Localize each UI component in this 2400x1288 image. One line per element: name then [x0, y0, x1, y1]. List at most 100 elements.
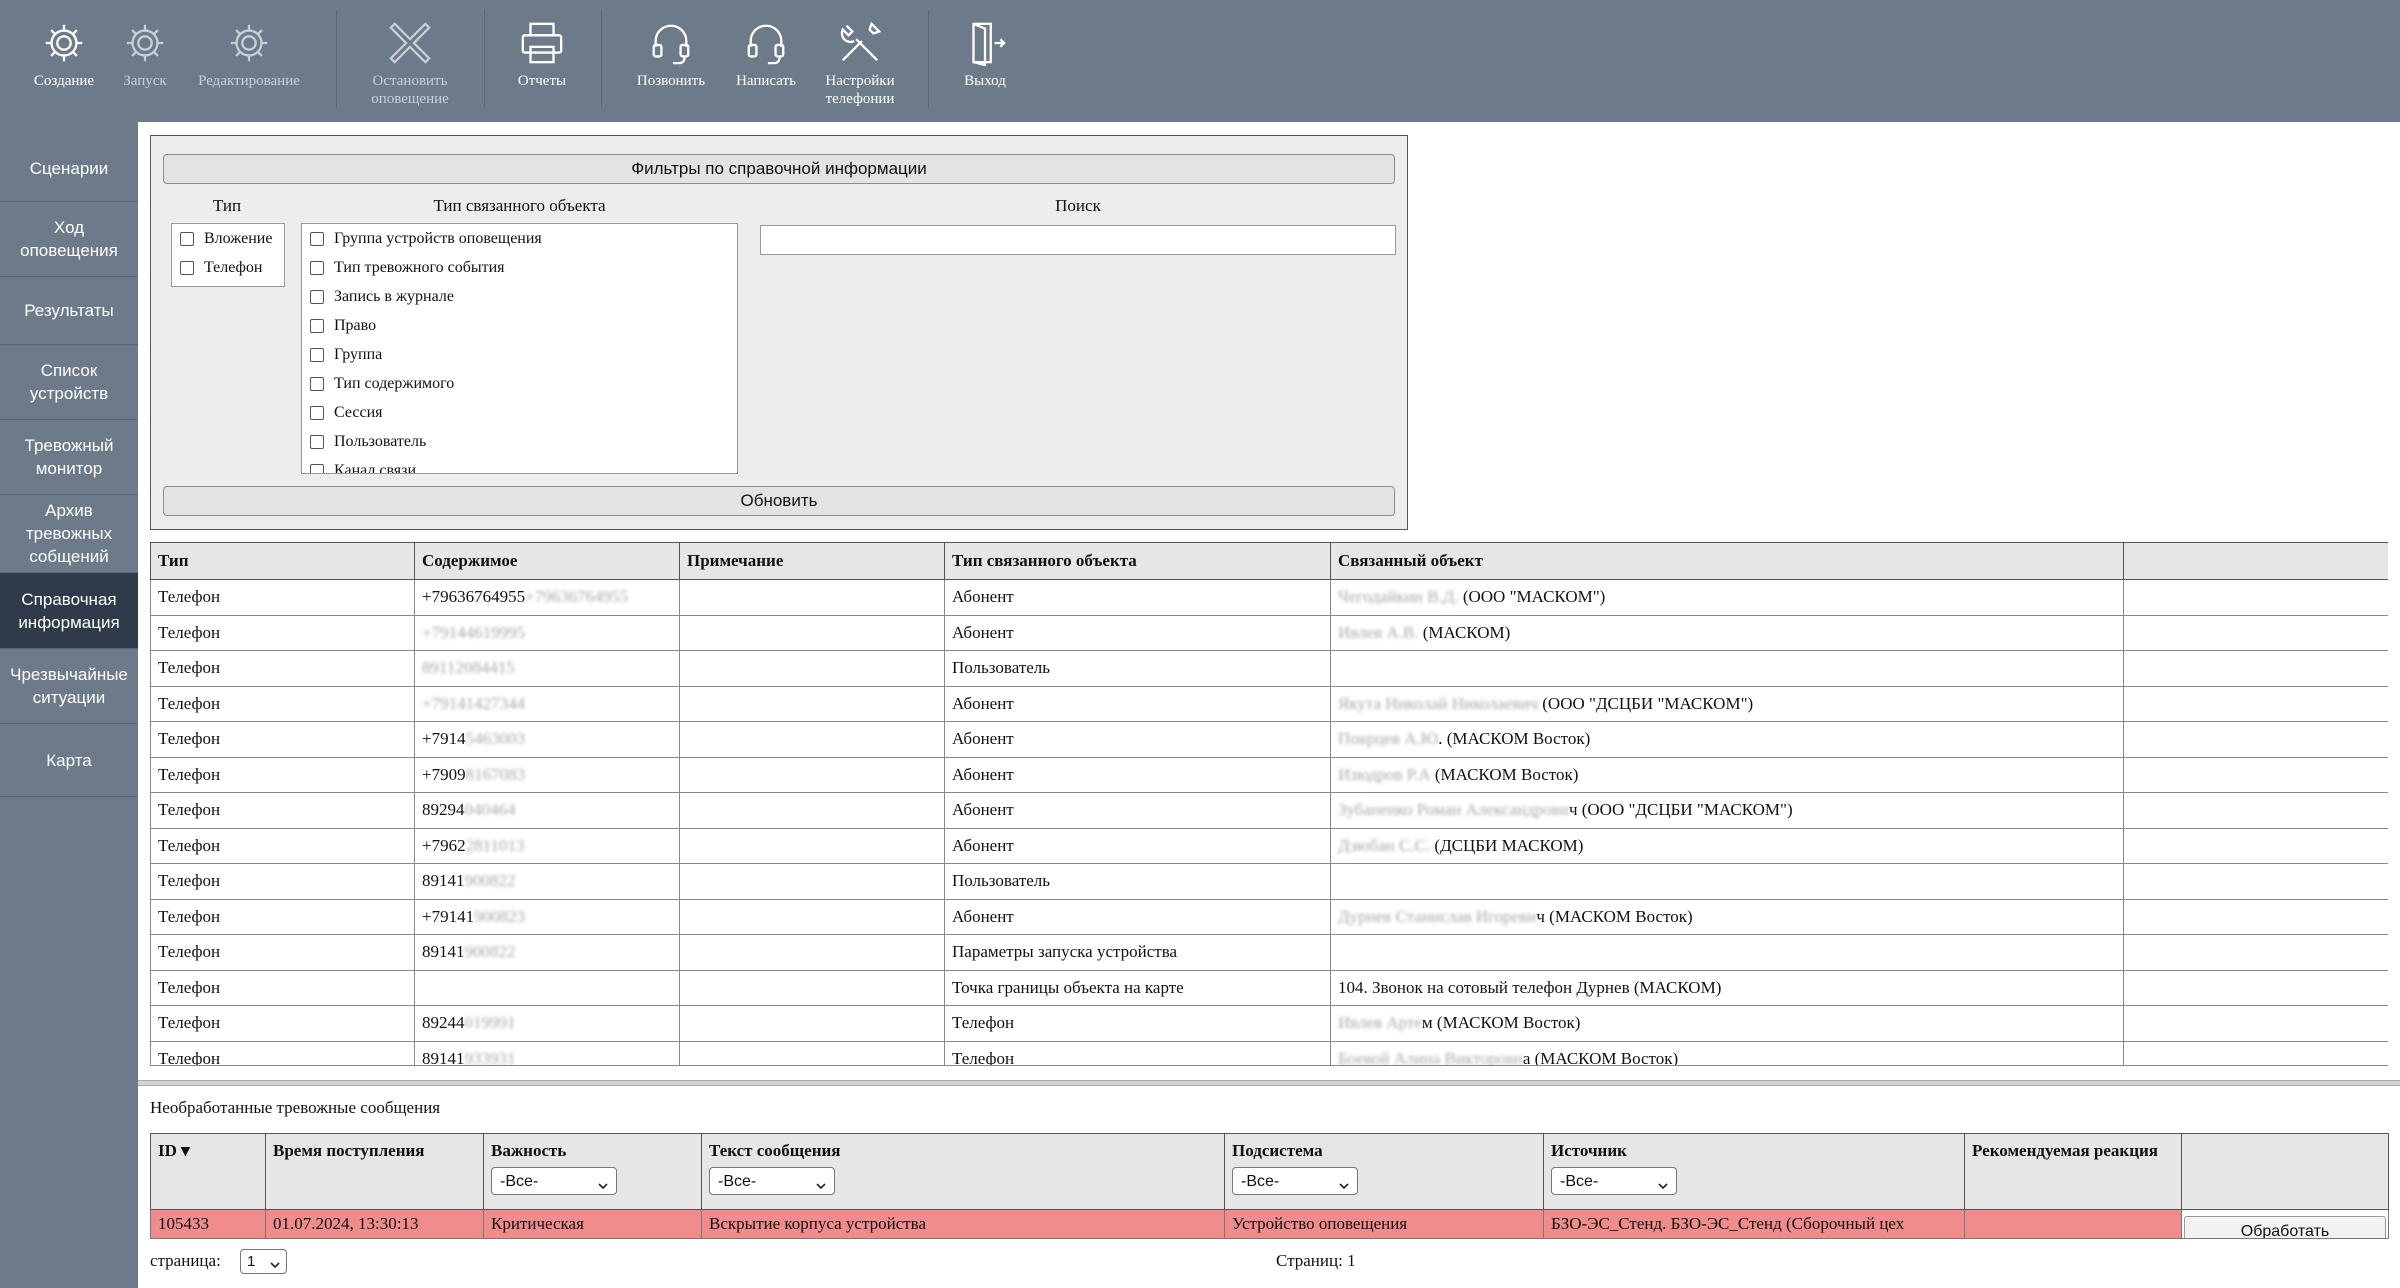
alarm-action-cell: Обработать [2181, 1209, 2389, 1239]
cell-extra [2123, 650, 2388, 687]
cell-object: 104. Звонок на сотовый телефон Дурнев (М… [1330, 969, 2124, 1006]
panel-splitter[interactable] [138, 1080, 2400, 1086]
sidebar-item-alarm-monitor[interactable]: Тревожный монитор [0, 420, 138, 495]
column-header-object-type[interactable]: Тип связанного объекта [944, 542, 1331, 580]
sidebar-item-alert-progress[interactable]: Ход оповещения [0, 202, 138, 277]
column-header-note[interactable]: Примечание [679, 542, 945, 580]
checkbox[interactable] [310, 435, 324, 449]
object-type-option[interactable]: Тип содержимого [310, 375, 454, 393]
phone-settings-button[interactable]: Настройки телефонии [812, 8, 908, 108]
call-button[interactable]: Позвонить [626, 8, 716, 108]
chevron-down-icon [598, 1176, 608, 1190]
subsystem-filter-select[interactable]: -Все- [1232, 1167, 1358, 1195]
object-type-option[interactable]: Сессия [310, 404, 383, 422]
create-button[interactable]: Создание [24, 8, 104, 108]
column-header-id[interactable]: ID ▾ [150, 1133, 266, 1210]
sidebar-item-map[interactable]: Карта [0, 724, 138, 797]
cell-extra [2123, 614, 2388, 651]
object-type-option[interactable]: Запись в журнале [310, 288, 454, 306]
column-header-time[interactable]: Время поступления [265, 1133, 484, 1210]
filters-title-bar[interactable]: Фильтры по справочной информации [163, 154, 1395, 184]
checkbox[interactable] [310, 348, 324, 362]
pages-total: Страниц: 1 [1276, 1251, 1356, 1270]
cell-object-type: Абонент [944, 614, 1331, 651]
cell-object [1330, 863, 2124, 900]
checkbox[interactable] [310, 290, 324, 304]
type-option[interactable]: Вложение [180, 230, 272, 248]
severity-filter-select[interactable]: -Все- [491, 1167, 617, 1195]
write-label: Написать [736, 73, 796, 89]
table-row[interactable]: Телефон 89141933931 Телефон Боевой Алина Ви… [150, 1040, 2388, 1065]
exit-button[interactable]: Выход [950, 8, 1020, 108]
checkbox[interactable] [180, 232, 194, 246]
table-row[interactable]: Телефон +79141900823 Абонент Дурнев Станисл… [150, 898, 2388, 935]
start-button[interactable]: Запуск [114, 8, 176, 108]
type-option[interactable]: Телефон [180, 259, 262, 277]
filters-panel: Фильтры по справочной информации Тип Вло… [150, 135, 1408, 530]
sidebar-item-scenarios[interactable]: Сценарии [0, 136, 138, 202]
column-header-severity[interactable]: Важность -Все- [483, 1133, 702, 1210]
sidebar-item-device-list[interactable]: Список устройств [0, 345, 138, 420]
search-input[interactable] [760, 225, 1396, 255]
object-type-option[interactable]: Группа [310, 346, 382, 364]
edit-button[interactable]: Редактирование [190, 8, 308, 108]
table-row[interactable]: Телефон 89112084415 Пользователь [150, 650, 2388, 687]
table-row[interactable]: Телефон +79145463003 Абонент Поврцев А.Ю. (… [150, 721, 2388, 758]
column-header-subsystem[interactable]: Подсистема -Все- [1224, 1133, 1544, 1210]
start-label: Запуск [123, 73, 167, 89]
table-row[interactable]: Телефон 89294040464 Абонент Зубаненко Роман… [150, 792, 2388, 829]
sidebar-item-emergencies[interactable]: Чрезвычайные ситуации [0, 649, 138, 724]
object-type-option[interactable]: Право [310, 317, 376, 335]
alarm-row[interactable]: 105433 01.07.2024, 13:30:13 Критическая … [150, 1209, 2389, 1239]
table-row[interactable]: Телефон +79098167083 Абонент Изюдров Р.А (М… [150, 756, 2388, 793]
table-row[interactable]: Телефон +79141427344 Абонент Якута Николай … [150, 685, 2388, 722]
column-header-label: Подсистема [1232, 1141, 1323, 1160]
table-row[interactable]: Телефон +79636764955+79636764955 Абонент Че… [150, 579, 2388, 616]
create-label: Создание [33, 73, 95, 89]
table-row[interactable]: Телефон +79144619995 Абонент Ивлев А.В. (МА… [150, 614, 2388, 651]
checkbox[interactable] [310, 319, 324, 333]
page-select[interactable]: 1 [240, 1249, 287, 1274]
column-header-type[interactable]: Тип [150, 542, 415, 580]
column-header-reaction[interactable]: Рекомендуемая реакция [1964, 1133, 2182, 1210]
write-button[interactable]: Написать [726, 8, 806, 108]
stop-alert-button[interactable]: Остановить оповещение [354, 8, 466, 108]
table-row[interactable]: Телефон 89244019991 Телефон Ивлев Артем (МА… [150, 1005, 2388, 1042]
text-filter-select[interactable]: -Все- [709, 1167, 835, 1195]
sidebar-item-label: Список устройств [29, 361, 109, 403]
column-header-source[interactable]: Источник -Все- [1543, 1133, 1965, 1210]
source-filter-select[interactable]: -Все- [1551, 1167, 1677, 1195]
sidebar-item-reference-info[interactable]: Справочная информация [0, 573, 138, 649]
cell-extra [2123, 898, 2388, 935]
checkbox[interactable] [310, 464, 324, 473]
column-header-text[interactable]: Текст сообщения -Все- [701, 1133, 1225, 1210]
table-row[interactable]: Телефон Точка границы объекта на карте 104… [150, 969, 2388, 1006]
sidebar-item-alarm-archive[interactable]: Архив тревожных собщений [0, 495, 138, 573]
checkbox[interactable] [310, 406, 324, 420]
column-header-object[interactable]: Связанный объект [1330, 542, 2124, 580]
checkbox[interactable] [180, 261, 194, 275]
checkbox[interactable] [310, 261, 324, 275]
table-row[interactable]: Телефон 89141900822 Параметры запуска устр… [150, 934, 2388, 971]
alarm-reaction [1964, 1209, 2182, 1239]
object-type-option[interactable]: Пользователь [310, 433, 426, 451]
object-type-option[interactable]: Тип тревожного события [310, 259, 505, 277]
type-option-label: Вложение [204, 230, 273, 247]
checkbox[interactable] [310, 377, 324, 391]
process-button[interactable]: Обработать [2184, 1216, 2386, 1238]
object-type-option[interactable]: Канал связи [310, 462, 416, 473]
object-redacted: Изюдров Р.А [1338, 764, 1431, 784]
cell-object-type: Абонент [944, 792, 1331, 829]
sidebar-item-results[interactable]: Результаты [0, 277, 138, 345]
cell-object-type: Абонент [944, 579, 1331, 616]
object-type-option[interactable]: Группа устройств оповещения [310, 230, 542, 248]
type-filter-list: Вложение Телефон [171, 223, 285, 287]
cell-content: 89244019991 [414, 1005, 680, 1042]
table-row[interactable]: Телефон +79622811013 Абонент Дзюбан С.С. (Д… [150, 827, 2388, 864]
checkbox[interactable] [310, 232, 324, 246]
table-row[interactable]: Телефон 89141900822 Пользователь [150, 863, 2388, 900]
refresh-button[interactable]: Обновить [163, 486, 1395, 516]
reports-button[interactable]: Отчеты [504, 8, 580, 108]
object-text: (МАСКОМ) [1418, 622, 1511, 642]
column-header-content[interactable]: Содержимое [414, 542, 680, 580]
